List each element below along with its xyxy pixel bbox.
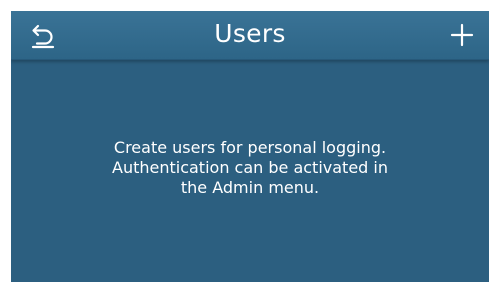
users-screen: Users Create users for personal logging.…: [11, 11, 489, 282]
page-title: Users: [214, 19, 286, 48]
empty-state-message: Create users for personal logging. Authe…: [112, 138, 388, 197]
add-user-button[interactable]: [447, 20, 477, 50]
plus-icon: [450, 23, 474, 47]
header-bar: Users: [11, 11, 489, 60]
